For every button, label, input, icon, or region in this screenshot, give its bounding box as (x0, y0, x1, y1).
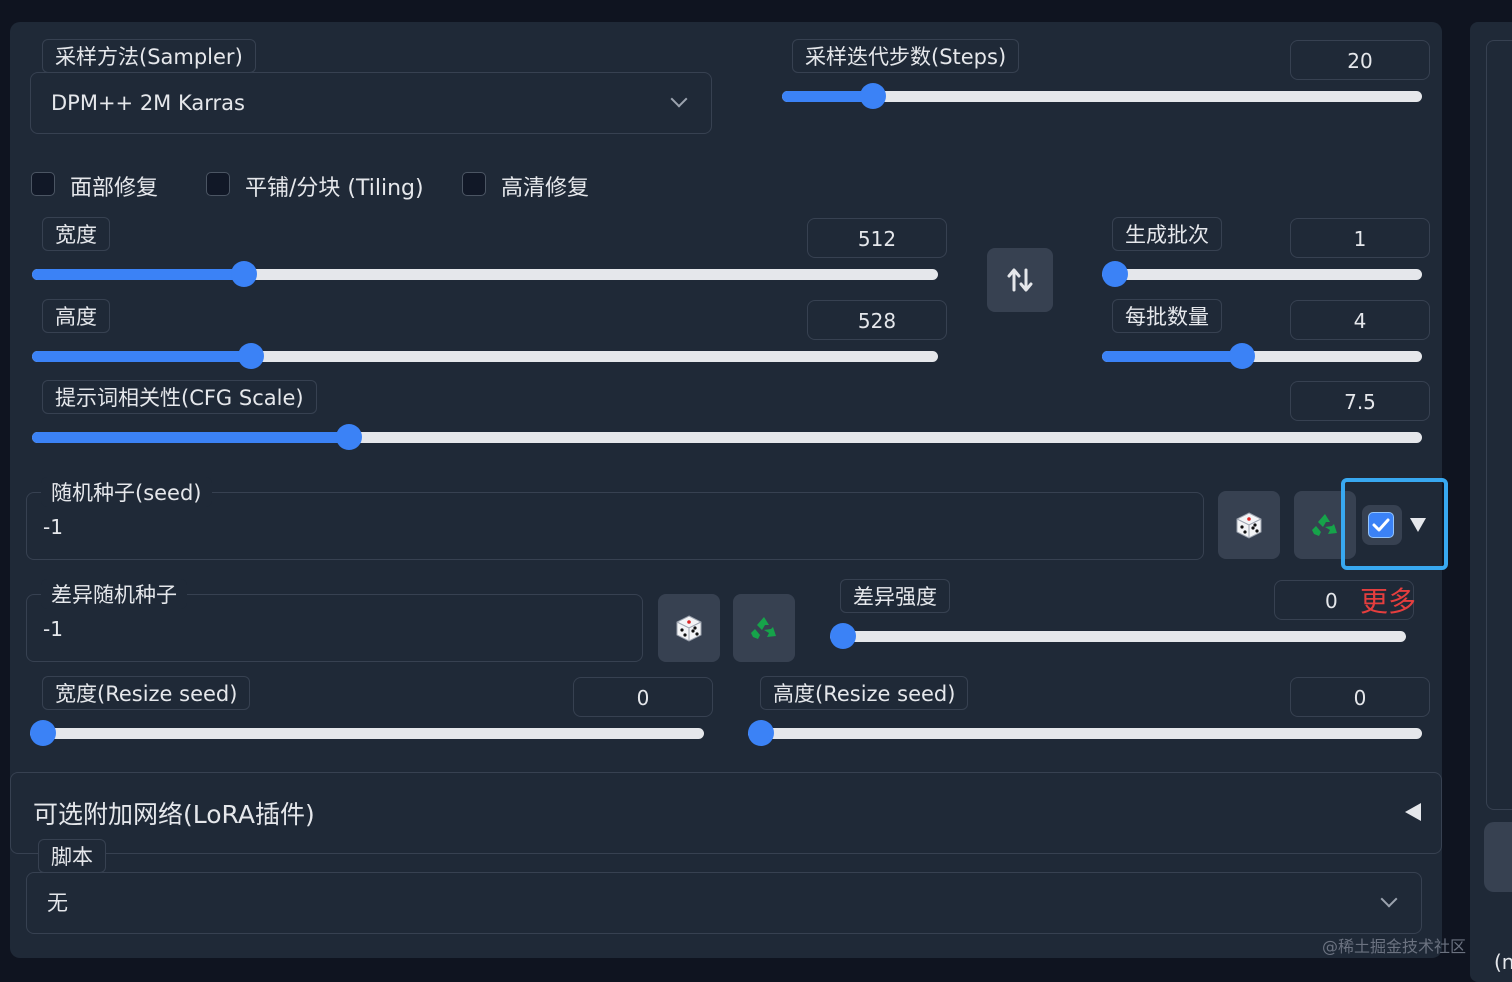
batch-count-slider[interactable] (1102, 261, 1422, 287)
batch-size-input[interactable]: 4 (1290, 300, 1430, 340)
seed-label: 随机种子(seed) (41, 477, 212, 507)
cfg-slider-thumb[interactable] (335, 424, 362, 450)
swap-icon (1007, 268, 1033, 292)
caret-left-icon (1405, 803, 1421, 821)
cfg-input[interactable]: 7.5 (1290, 381, 1430, 421)
resize-width-slider-thumb[interactable] (30, 720, 56, 746)
variation-strength-slider-track (830, 631, 1406, 642)
tiling-label: 平铺/分块 (Tiling) (245, 176, 424, 201)
batch-count-label: 生成批次 (1112, 217, 1222, 251)
hires-fix-label: 高清修复 (501, 176, 590, 201)
dice-icon (1236, 512, 1262, 539)
chevron-down-icon (1380, 890, 1398, 908)
face-restore-checkbox[interactable] (31, 172, 55, 196)
seed-field[interactable]: 随机种子(seed) -1 (26, 477, 1204, 560)
caret-down-icon[interactable] (1410, 518, 1426, 532)
batch-count-slider-thumb[interactable] (1102, 261, 1128, 287)
script-select[interactable]: 无 (26, 872, 1422, 934)
extra-options-checkbox[interactable] (1368, 512, 1394, 538)
hires-fix-checkbox[interactable] (462, 172, 486, 196)
steps-slider[interactable] (782, 83, 1422, 109)
height-slider-thumb[interactable] (238, 343, 265, 369)
script-value: 无 (47, 891, 68, 915)
resize-height-label: 高度(Resize seed) (760, 676, 969, 710)
right-panel-text: (n (1494, 950, 1512, 974)
batch-count-slider-track (1102, 269, 1422, 280)
face-restore-label: 面部修复 (70, 176, 159, 201)
variation-seed-field[interactable]: 差异随机种子 -1 (26, 579, 643, 662)
resize-width-input[interactable]: 0 (573, 677, 713, 717)
random-variation-seed-button[interactable] (658, 594, 720, 662)
recycle-icon (751, 617, 776, 639)
random-seed-button[interactable] (1218, 491, 1280, 559)
dice-icon (676, 615, 702, 642)
steps-input[interactable]: 20 (1290, 40, 1430, 80)
cfg-slider-fill (32, 432, 349, 443)
right-panel-inner (1486, 40, 1512, 810)
width-label: 宽度 (42, 217, 110, 251)
variation-seed-label: 差异随机种子 (41, 579, 187, 609)
extra-checkbox-wrapper (1362, 505, 1402, 545)
watermark: @稀土掘金技术社区 (1322, 937, 1467, 956)
seed-input[interactable]: -1 (43, 515, 63, 539)
width-slider-thumb[interactable] (231, 261, 257, 287)
resize-width-label: 宽度(Resize seed) (42, 676, 251, 710)
variation-strength-slider[interactable] (830, 623, 1406, 649)
variation-strength-slider-thumb[interactable] (830, 623, 856, 649)
height-label: 高度 (42, 299, 110, 333)
recycle-icon (1312, 514, 1337, 536)
resize-width-slider[interactable] (30, 720, 704, 746)
resize-height-input[interactable]: 0 (1290, 677, 1430, 717)
lora-accordion-title: 可选附加网络(LoRA插件) (33, 800, 315, 829)
reuse-variation-seed-button[interactable] (733, 594, 795, 662)
batch-count-input[interactable]: 1 (1290, 218, 1430, 258)
cfg-label: 提示词相关性(CFG Scale) (42, 380, 317, 414)
cfg-slider[interactable] (32, 424, 1422, 450)
batch-size-slider-fill (1102, 351, 1243, 362)
batch-size-slider-thumb[interactable] (1229, 343, 1256, 369)
width-input[interactable]: 512 (807, 218, 947, 258)
height-slider-fill (32, 351, 252, 362)
variation-strength-label: 差异强度 (840, 579, 950, 613)
batch-size-slider[interactable] (1102, 343, 1422, 369)
sampler-select[interactable]: DPM++ 2M Karras (30, 72, 712, 134)
chevron-down-icon (670, 90, 688, 108)
steps-label: 采样迭代步数(Steps) (792, 39, 1020, 73)
steps-slider-thumb[interactable] (859, 83, 886, 109)
width-slider[interactable] (32, 261, 938, 287)
width-slider-fill (32, 269, 244, 280)
batch-size-label: 每批数量 (1112, 299, 1222, 333)
lora-accordion[interactable]: 可选附加网络(LoRA插件) (10, 772, 1442, 854)
script-label: 脚本 (38, 839, 106, 873)
height-slider[interactable] (32, 343, 938, 369)
right-panel-button[interactable] (1484, 822, 1512, 892)
tiling-checkbox[interactable] (206, 172, 230, 196)
right-panel-edge: (n (1470, 22, 1512, 982)
checkmark-icon (1372, 518, 1390, 532)
resize-width-slider-track (30, 728, 704, 739)
more-annotation: 更多 (1360, 585, 1417, 618)
height-input[interactable]: 528 (807, 300, 947, 340)
resize-height-slider-thumb[interactable] (748, 720, 774, 746)
swap-dimensions-button[interactable] (987, 248, 1053, 312)
variation-seed-input[interactable]: -1 (43, 617, 63, 641)
resize-height-slider[interactable] (748, 720, 1422, 746)
sampler-value: DPM++ 2M Karras (51, 91, 245, 115)
sampler-label: 采样方法(Sampler) (42, 39, 256, 73)
resize-height-slider-track (748, 728, 1422, 739)
